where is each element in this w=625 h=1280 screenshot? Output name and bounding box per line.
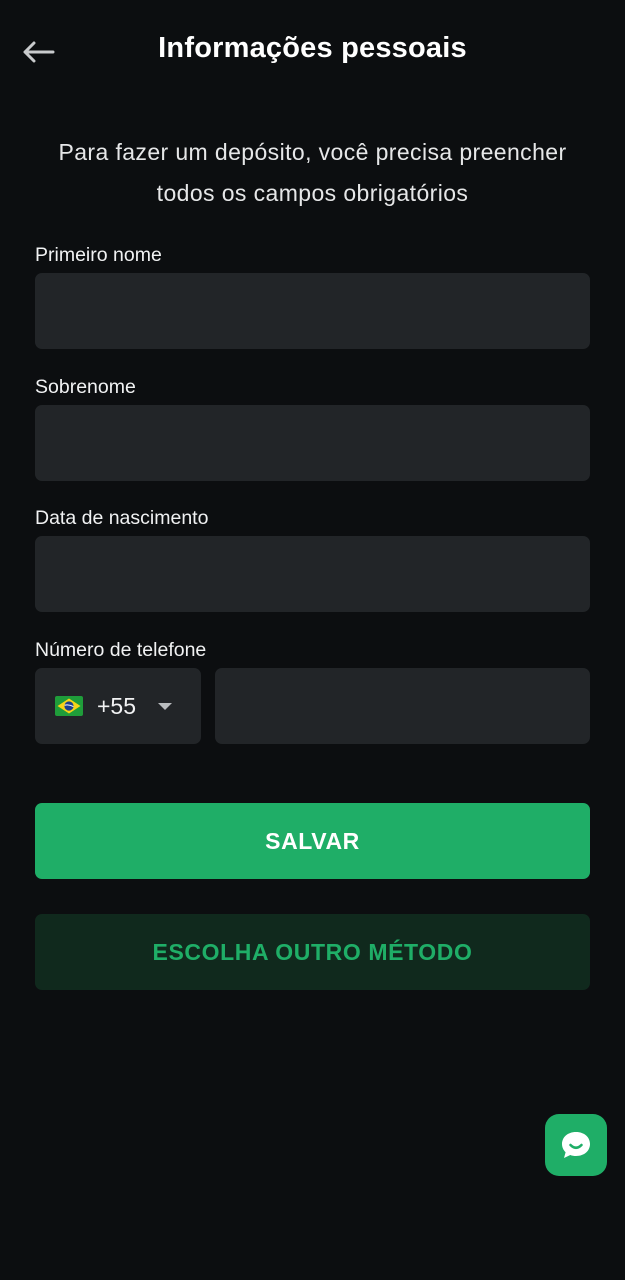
- save-button[interactable]: SALVAR: [35, 803, 590, 879]
- birth-date-label: Data de nascimento: [35, 507, 209, 529]
- last-name-label: Sobrenome: [35, 376, 136, 398]
- intro-text: Para fazer um depósito, você precisa pre…: [58, 139, 567, 206]
- header: Informações pessoais: [0, 0, 625, 104]
- chevron-down-icon: [158, 702, 173, 710]
- last-name-input[interactable]: [35, 405, 590, 481]
- phone-number-input[interactable]: [215, 668, 590, 744]
- page-title: Informações pessoais: [158, 32, 467, 64]
- dial-code: +55: [97, 692, 137, 719]
- first-name-input[interactable]: [35, 273, 590, 349]
- choose-other-method-button[interactable]: ESCOLHA OUTRO MÉTODO: [35, 914, 590, 990]
- country-code-select[interactable]: +55: [35, 668, 201, 744]
- birth-date-input[interactable]: [35, 536, 590, 612]
- brazil-flag-icon: [55, 696, 83, 716]
- phone-label: Número de telefone: [35, 639, 207, 661]
- chat-bubble-icon: [562, 1132, 590, 1158]
- chat-button[interactable]: [545, 1114, 607, 1176]
- first-name-label: Primeiro nome: [35, 244, 162, 266]
